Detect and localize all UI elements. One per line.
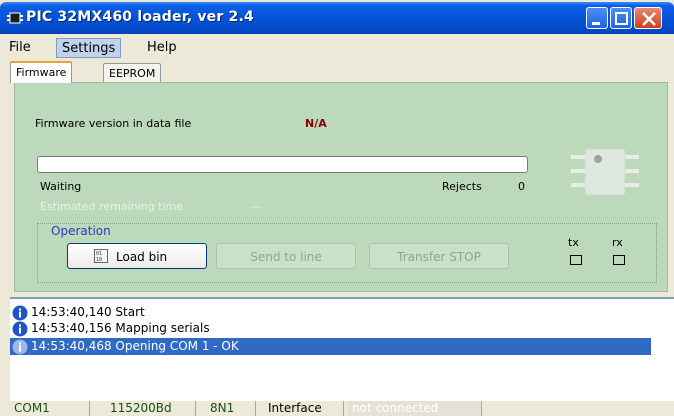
tx-indicator [570,255,582,265]
title-bar[interactable]: PIC 32MX460 loader, ver 2.4 [0,2,674,34]
log-item[interactable]: 14:53:40,140 Start [10,304,651,321]
estimated-time-label: Estimated remaining time [40,200,183,213]
binary-file-icon: 01 10 [94,249,108,263]
log-list[interactable]: 14:53:40,140 Start 14:53:40,156 Mapping … [10,297,674,401]
minimize-button[interactable] [586,7,608,29]
firmware-panel: Firmware version in data file N/A Waitin… [14,82,668,292]
operation-title: Operation [51,224,111,238]
status-baud: 115200Bd [106,401,196,416]
rx-label: rx [612,236,623,249]
status-interface: Interface [264,401,344,416]
tx-label: tx [568,236,579,249]
menu-file[interactable]: File [4,38,36,58]
log-text: 14:53:40,140 Start [31,305,145,319]
close-button[interactable] [634,7,662,29]
microchip-icon [571,148,639,196]
status-frame: 8N1 [206,401,256,416]
info-icon [12,321,28,337]
load-bin-button[interactable]: 01 10 Load bin [67,243,207,269]
chip-app-icon [7,12,23,24]
log-text: 14:53:40,468 Opening COM 1 - OK [31,339,239,353]
firmware-version-value: N/A [305,117,327,130]
log-text: 14:53:40,156 Mapping serials [31,321,210,335]
maximize-button[interactable] [610,7,632,29]
menu-settings[interactable]: Settings [56,38,122,58]
firmware-version-label: Firmware version in data file [35,117,192,130]
status-text: Waiting [40,180,82,193]
menu-help[interactable]: Help [142,38,182,58]
load-bin-label: Load bin [116,250,168,264]
status-port: COM1 [10,401,90,416]
rejects-label: Rejects [442,180,482,193]
status-bar: COM1 115200Bd 8N1 Interface not connecte… [10,401,674,416]
info-icon [12,339,28,355]
info-icon [12,305,28,321]
rx-indicator [613,255,625,265]
rejects-value: 0 [518,180,525,193]
maximize-icon [615,12,628,25]
svg-text:10: 10 [96,257,102,263]
progress-bar [37,156,528,173]
transfer-stop-button[interactable]: Transfer STOP [369,243,509,269]
menu-bar: File Settings Help [0,36,674,58]
log-item[interactable]: 14:53:40,156 Mapping serials [10,320,651,337]
app-window: PIC 32MX460 loader, ver 2.4 File Setting… [0,0,674,416]
estimated-time-value: --- [250,200,262,213]
window-title: PIC 32MX460 loader, ver 2.4 [26,9,254,25]
status-connection: not connected [348,401,482,416]
minimize-icon [592,22,600,25]
send-to-line-button[interactable]: Send to line [216,243,356,269]
tab-firmware[interactable]: Firmware [10,61,73,83]
tab-eeprom[interactable]: EEPROM [103,63,162,83]
log-item-selected[interactable]: 14:53:40,468 Opening COM 1 - OK [10,338,651,355]
close-icon [642,12,656,26]
